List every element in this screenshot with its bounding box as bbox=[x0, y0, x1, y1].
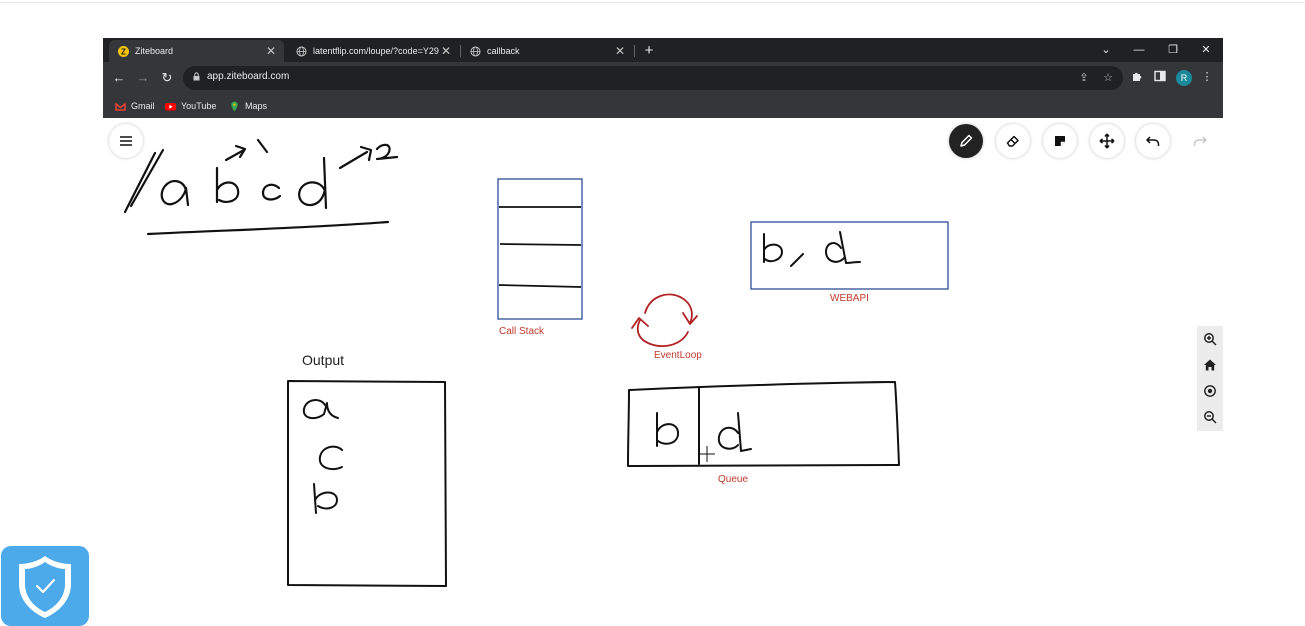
undo-button[interactable] bbox=[1136, 124, 1170, 158]
home-button[interactable] bbox=[1201, 356, 1219, 374]
pen-icon bbox=[960, 134, 973, 147]
zoom-out-button[interactable] bbox=[1201, 408, 1219, 426]
output-box bbox=[287, 380, 447, 587]
zoom-panel bbox=[1197, 326, 1223, 431]
redo-button[interactable] bbox=[1183, 124, 1217, 158]
zoom-out-icon bbox=[1204, 411, 1217, 424]
whiteboard-canvas[interactable] bbox=[0, 0, 1305, 620]
security-shield-widget[interactable] bbox=[1, 546, 89, 626]
output-label: Output bbox=[302, 352, 345, 368]
hamburger-menu-button[interactable] bbox=[109, 124, 143, 158]
queue-box bbox=[627, 381, 900, 467]
shield-check-icon bbox=[19, 556, 71, 618]
zoom-in-icon bbox=[1204, 333, 1217, 346]
handwriting-abcd bbox=[123, 138, 399, 236]
event-loop-label: EventLoop bbox=[654, 350, 702, 361]
queue-label: Queue bbox=[718, 474, 749, 485]
center-button[interactable] bbox=[1201, 382, 1219, 400]
undo-icon bbox=[1146, 136, 1160, 146]
move-icon bbox=[1099, 133, 1115, 149]
hamburger-menu-icon bbox=[120, 136, 132, 146]
center-icon bbox=[1204, 385, 1216, 397]
crosshair-cursor-icon bbox=[699, 446, 715, 462]
home-icon bbox=[1204, 359, 1216, 371]
sticky-note-icon bbox=[1055, 136, 1065, 146]
redo-icon bbox=[1193, 136, 1207, 146]
eraser-tool-button[interactable] bbox=[996, 124, 1030, 158]
call-stack-label: Call Stack bbox=[499, 326, 545, 337]
move-tool-button[interactable] bbox=[1090, 124, 1124, 158]
webapi-label: WEBAPI bbox=[830, 293, 869, 304]
event-loop-arrows bbox=[631, 293, 698, 347]
webapi-box bbox=[750, 221, 949, 290]
pen-tool-button[interactable] bbox=[949, 124, 983, 158]
sticky-note-tool-button[interactable] bbox=[1043, 124, 1077, 158]
eraser-icon bbox=[1006, 135, 1019, 147]
call-stack-box bbox=[497, 178, 583, 320]
zoom-in-button[interactable] bbox=[1201, 330, 1219, 348]
